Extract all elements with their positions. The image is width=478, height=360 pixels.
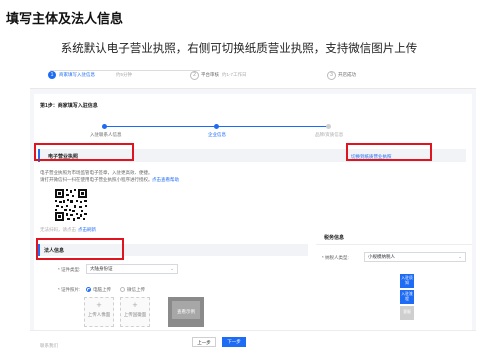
- taxpayer-type-value: 小规模纳税人: [368, 254, 395, 259]
- upload-front-box[interactable]: + 上传人像面: [84, 297, 114, 327]
- side-button-service[interactable]: 客服: [400, 306, 414, 320]
- footer-bar: 联系我们 上一步 下一步: [30, 330, 476, 360]
- stepper-bar: 1 商家填写入驻信息 约5分钟 2 平台审核 约1-7工作日 3 开店成功: [30, 62, 476, 89]
- qr-code: [54, 188, 88, 222]
- chevron-down-icon: ⌄: [170, 266, 174, 271]
- plus-icon: +: [132, 300, 138, 310]
- plus-icon: +: [96, 300, 102, 310]
- side-button-notice[interactable]: 入驻须知: [400, 274, 414, 288]
- progress-dot-2: [214, 124, 219, 129]
- annotation-box-switch: [346, 143, 432, 161]
- radio-wechat-upload-label: 微信上传: [127, 287, 145, 292]
- step-1-number: 1: [48, 71, 56, 79]
- next-step-button[interactable]: 下一步: [222, 337, 246, 347]
- taxpayer-type-label: * 纳税人类型:: [322, 255, 349, 260]
- id-photo-label: * 证件照片:: [58, 287, 81, 292]
- step-3-number: 3: [327, 71, 336, 80]
- id-type-value: 大陆身份证: [90, 266, 113, 271]
- taxpayer-type-select[interactable]: 小规模纳税人 ⌄: [364, 252, 466, 262]
- progress-label-3: 品牌/资质信息: [315, 132, 344, 137]
- radio-pc-upload[interactable]: [86, 287, 91, 292]
- progress-dot-1: [102, 124, 107, 129]
- side-button-process[interactable]: 入驻流程: [400, 290, 414, 304]
- annotation-box-license: [34, 143, 134, 161]
- upload-back-label: 上传国徽面: [123, 312, 147, 317]
- radio-pc-upload-label: 电脑上传: [93, 287, 111, 292]
- step-2-number: 2: [190, 71, 199, 80]
- tax-panel-title: 税务信息: [324, 235, 345, 241]
- radio-wechat-upload[interactable]: [120, 287, 125, 292]
- step-2-label: 平台审核: [201, 72, 219, 77]
- progress-label-2: 企业信息: [208, 132, 226, 137]
- id-type-label: * 证件类型:: [58, 267, 81, 272]
- id-example-label: 查看示例: [177, 309, 195, 314]
- app-screenshot: 1 商家填写入驻信息 约5分钟 2 平台审核 约1-7工作日 3 开店成功 第1…: [30, 62, 476, 360]
- license-desc-1: 电子营业执照为市场监管电子签章，入驻更高效、便捷。: [40, 170, 153, 175]
- step-1-label: 商家填写入驻信息: [59, 72, 95, 77]
- step-title: 第1步：商家填写入驻信息: [40, 103, 98, 109]
- progress-label-1: 入驻联系人信息: [90, 132, 122, 137]
- chevron-down-icon: ⌄: [458, 254, 462, 259]
- stepper-line: [50, 70, 200, 71]
- id-type-select[interactable]: 大陆身份证 ⌄: [86, 264, 178, 274]
- step-3-label: 开店成功: [338, 72, 356, 77]
- upload-back-box[interactable]: + 上传国徽面: [120, 297, 150, 327]
- license-desc-2: 请打开微信扫一扫在使用电子营业执照小程序进行授权。: [40, 177, 153, 182]
- annotation-box-legal: [36, 238, 124, 260]
- tax-divider: [316, 244, 472, 245]
- page-heading: 填写主体及法人信息: [6, 12, 124, 27]
- id-example-image[interactable]: 查看示例: [168, 297, 204, 327]
- progress-dot-3: [326, 124, 331, 129]
- qr-refresh-link[interactable]: 点击刷新: [78, 227, 96, 233]
- license-help-link[interactable]: 点击查看帮助: [152, 177, 179, 183]
- footer-left-text: 联系我们: [40, 343, 58, 348]
- step-2-hint: 约1-7工作日: [222, 72, 247, 77]
- step-1-hint: 约5分钟: [116, 72, 133, 77]
- qr-hint: 无法扫码，请点击: [40, 227, 76, 232]
- prev-step-button[interactable]: 上一步: [192, 337, 216, 347]
- page-subtitle: 系统默认电子营业执照，右侧可切换纸质营业执照，支持微信图片上传: [60, 41, 418, 55]
- upload-front-label: 上传人像面: [87, 312, 111, 317]
